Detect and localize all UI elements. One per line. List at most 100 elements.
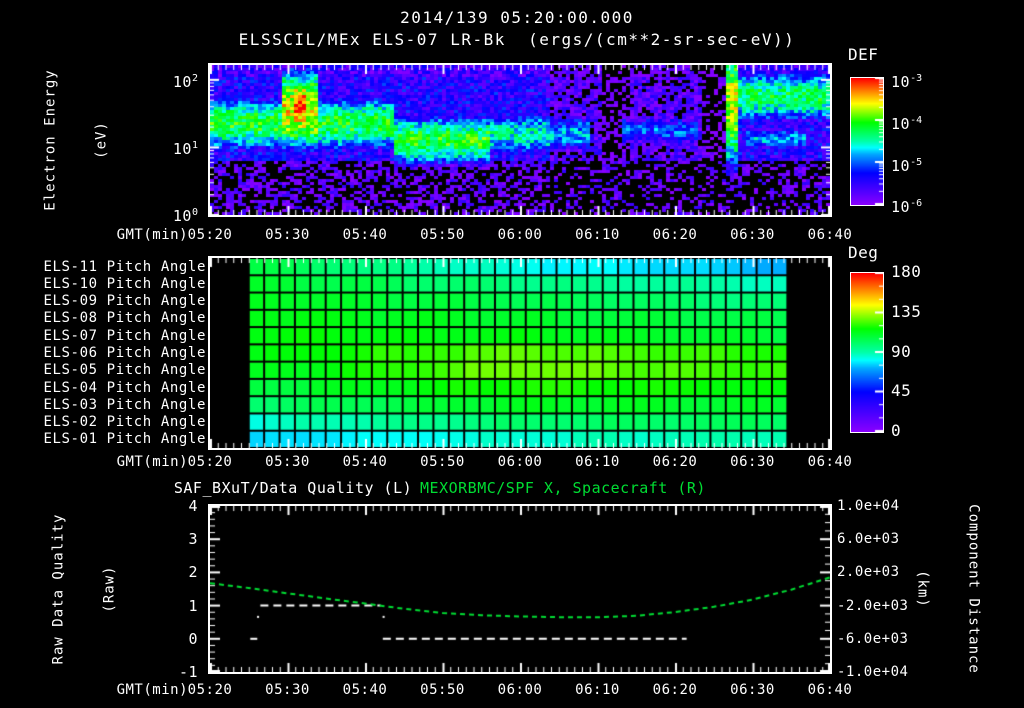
def-tick-label-base: 10 <box>891 198 911 216</box>
def-tick-label-base: 10 <box>891 115 911 133</box>
pitch-canvas <box>210 258 830 448</box>
distance-tick-label: 6.0e+03 <box>837 531 900 548</box>
pitch-row-label: ELS-10 Pitch Angle <box>43 275 206 292</box>
deg-tick-label: 0 <box>891 421 902 440</box>
def-tick-label-exp: -5 <box>910 157 923 168</box>
pitch-row-label: ELS-06 Pitch Angle <box>43 345 206 361</box>
quality-tick-label: -1 <box>178 663 198 681</box>
pitch-row-label: ELS-11 Pitch Angle <box>43 258 206 275</box>
quality-axis-label-line2: (Raw) <box>101 565 118 613</box>
time-tick-label: 05:30 <box>265 454 310 470</box>
deg-colorbar-title: Deg <box>848 243 879 262</box>
bottom-panel <box>208 504 832 674</box>
quality-tick-label: 0 <box>188 629 198 648</box>
distance-axis-label-line2: (km) <box>914 570 931 608</box>
energy-tick-label-exp: 2 <box>191 73 198 84</box>
time-tick-label: 05:30 <box>265 227 310 243</box>
deg-tick-label: 135 <box>891 301 922 321</box>
energy-tick-label: 100 <box>148 204 198 225</box>
energy-tick-label-base: 10 <box>172 73 192 91</box>
time-axis-label: GMT(min) <box>116 227 188 243</box>
time-tick-label: 06:20 <box>652 227 698 243</box>
energy-axis-label: Electron Energy (eV) <box>9 40 128 240</box>
time-tick-label: 06:30 <box>730 454 775 470</box>
bottom-canvas <box>210 506 830 672</box>
time-tick-label: 06:30 <box>730 227 775 243</box>
time-tick-label: 06:00 <box>497 227 543 243</box>
def-tick-label-exp: -6 <box>910 198 923 209</box>
def-tick-label-base: 10 <box>891 157 911 175</box>
title-datetime: 2014/139 05:20:00.000 <box>400 8 634 27</box>
time-tick-label: 06:20 <box>652 682 698 698</box>
time-tick-label: 05:20 <box>187 454 233 470</box>
time-axis-label: GMT(min) <box>116 454 188 470</box>
time-axis-label: GMT(min) <box>116 682 188 698</box>
time-tick-label: 06:10 <box>575 227 620 243</box>
distance-tick-label: -2.0e+03 <box>837 597 909 614</box>
time-tick-label: 06:30 <box>730 682 775 698</box>
time-tick-label: 06:40 <box>807 227 853 243</box>
quality-axis-label: Raw Data Quality (Raw) <box>17 479 136 699</box>
def-colorbar-title: DEF <box>848 45 879 64</box>
def-tick-label: 10-6 <box>891 195 922 216</box>
time-tick-label: 06:00 <box>497 682 543 698</box>
quality-tick-label: 2 <box>188 563 198 582</box>
def-tick-label: 10-3 <box>891 70 922 91</box>
distance-title: MEXORBMC/SPF X, Spacecraft (R) <box>420 479 706 497</box>
pitch-row-label: ELS-04 Pitch Angle <box>43 379 206 396</box>
pitch-row-label: ELS-03 Pitch Angle <box>43 396 206 413</box>
energy-axis-label-line2: (eV) <box>93 121 110 159</box>
distance-tick-label: 2.0e+03 <box>837 564 900 581</box>
energy-tick-label: 102 <box>148 70 198 91</box>
time-tick-label: 05:50 <box>420 454 465 470</box>
def-tick-label: 10-5 <box>891 154 922 175</box>
distance-tick-label: 1.0e+04 <box>837 498 900 514</box>
energy-tick-label-exp: 1 <box>191 140 198 151</box>
deg-colorbar <box>850 272 884 433</box>
pitch-row-label: ELS-05 Pitch Angle <box>43 362 206 379</box>
time-tick-label: 06:10 <box>575 454 620 470</box>
time-tick-label: 05:20 <box>187 227 233 243</box>
time-tick-label: 05:30 <box>265 682 310 698</box>
def-tick-label-exp: -3 <box>910 73 923 84</box>
pitch-row-label: ELS-07 Pitch Angle <box>43 327 206 344</box>
energy-tick-label-exp: 0 <box>191 207 198 218</box>
time-tick-label: 06:40 <box>807 682 853 698</box>
pitch-row-label: ELS-08 Pitch Angle <box>43 310 206 327</box>
deg-tick-label: 45 <box>891 381 912 401</box>
deg-tick-label: 90 <box>891 341 912 361</box>
def-tick-label: 10-4 <box>891 112 922 133</box>
energy-tick-label-base: 10 <box>172 207 192 225</box>
time-tick-label: 06:00 <box>497 454 543 470</box>
time-tick-label: 06:40 <box>807 454 853 470</box>
plot-page: { "header": { "datetime": "2014/139 05:2… <box>0 0 1024 708</box>
pitch-row-label: ELS-09 Pitch Angle <box>43 293 206 310</box>
time-tick-label: 05:50 <box>420 682 465 698</box>
energy-tick-label-base: 10 <box>172 140 192 158</box>
distance-axis-label-line1: Component Distance <box>965 504 982 674</box>
spectrogram-canvas <box>210 65 830 215</box>
spectrogram-panel <box>208 63 832 217</box>
distance-tick-label: -1.0e+04 <box>837 664 909 680</box>
time-tick-label: 06:10 <box>575 682 620 698</box>
quality-title: SAF_BXuT/Data Quality (L) <box>173 479 413 497</box>
time-tick-label: 05:40 <box>342 227 388 243</box>
pitch-panel <box>208 256 832 450</box>
time-tick-label: 05:50 <box>420 227 465 243</box>
time-tick-label: 05:40 <box>342 454 388 470</box>
distance-axis-label: Component Distance (km) <box>897 474 1016 704</box>
pitch-row-label: ELS-02 Pitch Angle <box>43 414 206 431</box>
quality-tick-label: 3 <box>188 530 198 549</box>
distance-tick-label: -6.0e+03 <box>837 630 909 647</box>
time-tick-label: 05:20 <box>187 682 233 698</box>
def-tick-label-exp: -4 <box>910 115 923 126</box>
quality-axis-label-line1: Raw Data Quality <box>50 513 67 665</box>
energy-tick-label: 101 <box>148 137 198 158</box>
time-tick-label: 06:20 <box>652 454 698 470</box>
pitch-row-label: ELS-01 Pitch Angle <box>43 431 206 448</box>
deg-tick-label: 180 <box>891 262 922 281</box>
def-colorbar <box>850 77 884 206</box>
energy-axis-label-line1: Electron Energy <box>42 69 59 211</box>
time-tick-label: 05:40 <box>342 682 388 698</box>
def-tick-label-base: 10 <box>891 73 911 91</box>
